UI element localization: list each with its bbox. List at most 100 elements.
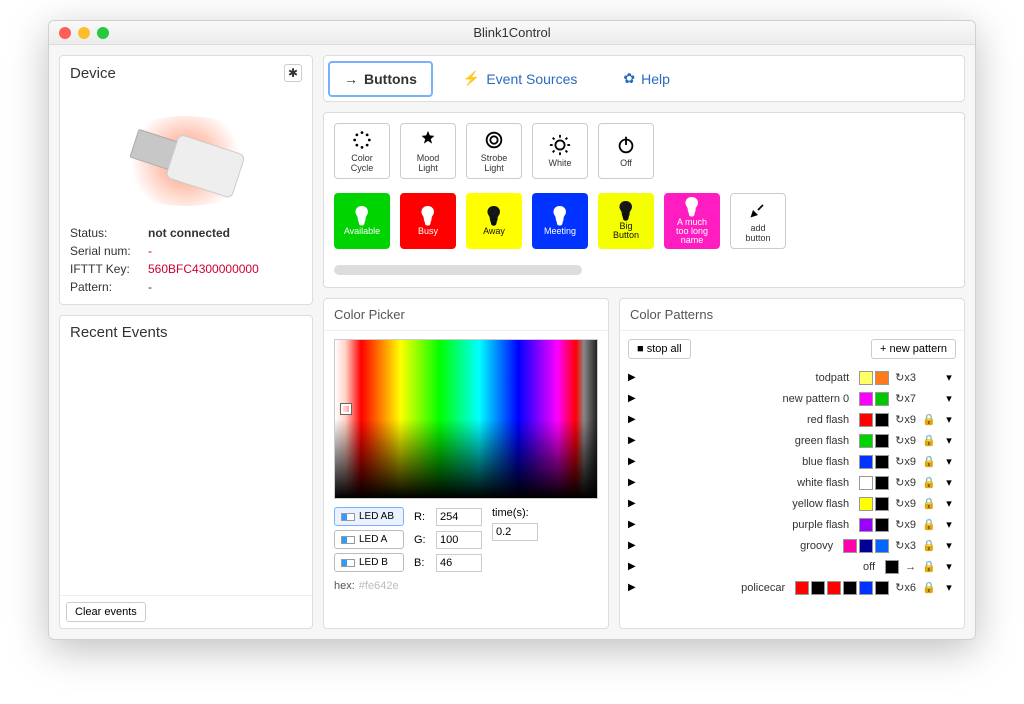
color-button[interactable]: 💡Big Button xyxy=(598,193,654,249)
stop-all-label: stop all xyxy=(647,343,682,355)
play-icon[interactable]: ▶ xyxy=(628,519,636,530)
lock-icon: 🔒 xyxy=(922,413,936,426)
play-icon[interactable]: ▶ xyxy=(628,540,636,551)
spectrum-knob[interactable] xyxy=(341,404,351,414)
mood-icon xyxy=(417,129,439,151)
mode-button-white[interactable]: White xyxy=(532,123,588,179)
minimize-icon[interactable] xyxy=(78,27,90,39)
chevron-down-icon[interactable]: ▾ xyxy=(942,497,956,510)
power-icon xyxy=(615,134,637,156)
zoom-icon[interactable] xyxy=(97,27,109,39)
eyedropper-icon xyxy=(748,200,768,220)
color-button[interactable]: 💡Available xyxy=(334,193,390,249)
mode-button-label: Color Cycle xyxy=(351,154,374,174)
led-select-button[interactable]: LED A xyxy=(334,530,404,549)
pattern-row: ▶new pattern 0↻x7▾ xyxy=(628,388,956,409)
pattern-swatches xyxy=(859,476,889,490)
bulb-icon: 💡 xyxy=(351,207,373,225)
add-button[interactable]: add button xyxy=(730,193,786,249)
play-icon[interactable]: ▶ xyxy=(628,456,636,467)
clear-events-button[interactable]: Clear events xyxy=(66,602,146,622)
mode-button-power[interactable]: Off xyxy=(598,123,654,179)
loop-label: ↻x9 xyxy=(895,518,916,531)
play-icon[interactable]: ▶ xyxy=(628,561,636,572)
chevron-down-icon[interactable]: ▾ xyxy=(942,371,956,384)
tab-help[interactable]: ✿ Help xyxy=(607,60,686,97)
chevron-down-icon[interactable]: ▾ xyxy=(942,581,956,594)
recent-events-panel: Recent Events Clear events xyxy=(59,315,313,629)
device-info: Status:not connectedSerial num:-IFTTT Ke… xyxy=(70,226,302,294)
play-icon[interactable]: ▶ xyxy=(628,393,636,404)
pattern-row: ▶white flash↻x9🔒▾ xyxy=(628,472,956,493)
device-row-value: - xyxy=(148,244,302,258)
bulb-icon: 💡 xyxy=(483,207,505,225)
loop-label: ↻x3 xyxy=(895,539,916,552)
mode-button-label: Strobe Light xyxy=(481,154,508,174)
new-pattern-button[interactable]: + new pattern xyxy=(871,339,956,359)
chevron-down-icon[interactable]: ▾ xyxy=(942,413,956,426)
pattern-swatches xyxy=(843,539,889,553)
titlebar: Blink1Control xyxy=(49,21,975,45)
pattern-list: ▶todpatt↻x3▾▶new pattern 0↻x7▾▶red flash… xyxy=(628,367,956,620)
mode-button-mood[interactable]: Mood Light xyxy=(400,123,456,179)
chevron-down-icon[interactable]: ▾ xyxy=(942,518,956,531)
play-icon[interactable]: ▶ xyxy=(628,435,636,446)
content: Device ✱ Status:not connectedSerial num:… xyxy=(49,45,975,639)
r-input[interactable] xyxy=(436,508,482,526)
device-row-value: not connected xyxy=(148,226,302,240)
play-icon[interactable]: ▶ xyxy=(628,582,636,593)
led-select-button[interactable]: LED AB xyxy=(334,507,404,526)
play-icon[interactable]: ▶ xyxy=(628,414,636,425)
pattern-name: purple flash xyxy=(642,519,853,531)
chevron-down-icon[interactable]: ▾ xyxy=(942,392,956,405)
pattern-swatches xyxy=(859,518,889,532)
color-button[interactable]: 💡Away xyxy=(466,193,522,249)
chevron-down-icon[interactable]: ▾ xyxy=(942,560,956,573)
pattern-row: ▶purple flash↻x9🔒▾ xyxy=(628,514,956,535)
swatch xyxy=(885,560,899,574)
stop-all-button[interactable]: ■ stop all xyxy=(628,339,691,359)
swatch xyxy=(875,455,889,469)
tabs-panel: → Buttons ⚡ Event Sources ✿ Help xyxy=(323,55,965,102)
color-picker-title: Color Picker xyxy=(324,299,608,331)
time-input[interactable] xyxy=(492,523,538,541)
pattern-name: yellow flash xyxy=(642,498,853,510)
chevron-down-icon[interactable]: ▾ xyxy=(942,434,956,447)
lock-icon: 🔒 xyxy=(922,581,936,594)
swatch xyxy=(859,581,873,595)
color-button-label: Meeting xyxy=(544,227,576,236)
swatch xyxy=(859,497,873,511)
swatch xyxy=(859,476,873,490)
pattern-row: ▶green flash↻x9🔒▾ xyxy=(628,430,956,451)
white-icon xyxy=(549,134,571,156)
lock-icon: 🔒 xyxy=(922,497,936,510)
swatch xyxy=(875,434,889,448)
led-select-button[interactable]: LED B xyxy=(334,553,404,572)
pattern-swatches xyxy=(859,371,889,385)
chevron-down-icon[interactable]: ▾ xyxy=(942,539,956,552)
hex-input[interactable] xyxy=(359,580,429,592)
color-button[interactable]: 💡A much too long name xyxy=(664,193,720,249)
tab-event-sources[interactable]: ⚡ Event Sources xyxy=(447,60,594,97)
play-icon[interactable]: ▶ xyxy=(628,498,636,509)
play-icon[interactable]: ▶ xyxy=(628,372,636,383)
mode-button-strobe[interactable]: Strobe Light xyxy=(466,123,522,179)
g-input[interactable] xyxy=(436,531,482,549)
mode-button-cycle[interactable]: Color Cycle xyxy=(334,123,390,179)
horizontal-scrollbar[interactable] xyxy=(334,265,582,275)
b-input[interactable] xyxy=(436,554,482,572)
bulb-icon: 💡 xyxy=(681,198,703,216)
close-icon[interactable] xyxy=(59,27,71,39)
lower-panels: Color Picker LED ABLED ALED B R: G: xyxy=(323,298,965,629)
chevron-down-icon[interactable]: ▾ xyxy=(942,455,956,468)
play-icon[interactable]: ▶ xyxy=(628,477,636,488)
device-title: Device xyxy=(70,65,116,82)
loop-label: ↻x6 xyxy=(895,581,916,594)
rgb-inputs: R: G: B: xyxy=(414,507,482,572)
color-spectrum[interactable] xyxy=(334,339,598,499)
color-button[interactable]: 💡Busy xyxy=(400,193,456,249)
gear-icon[interactable]: ✱ xyxy=(284,64,302,82)
chevron-down-icon[interactable]: ▾ xyxy=(942,476,956,489)
color-button[interactable]: 💡Meeting xyxy=(532,193,588,249)
tab-buttons[interactable]: → Buttons xyxy=(328,61,433,97)
